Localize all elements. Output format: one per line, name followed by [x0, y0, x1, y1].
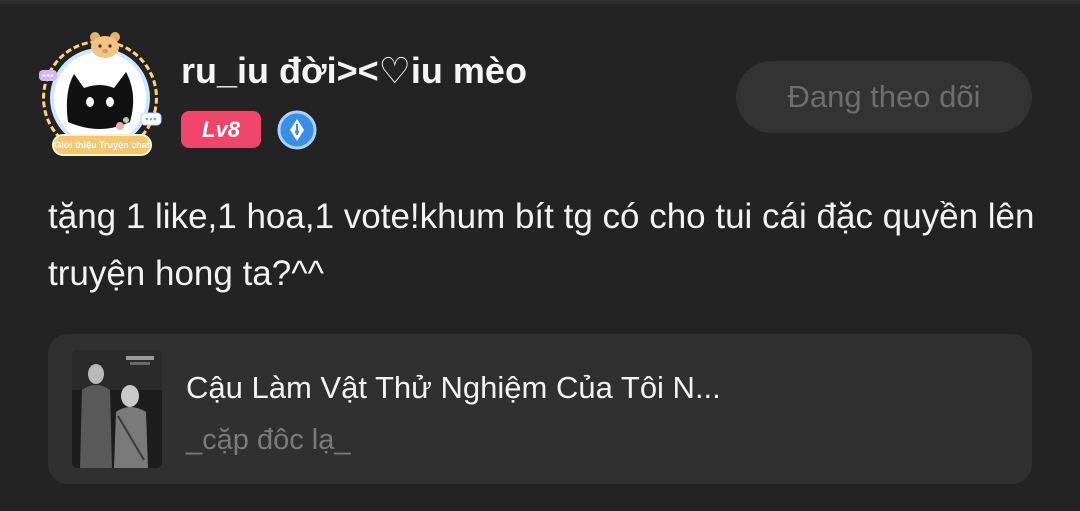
level-badge: Lv8	[181, 111, 261, 148]
story-title: Cậu Làm Vật Thử Nghiệm Của Tôi N...	[186, 370, 721, 405]
story-cover-image	[72, 350, 162, 468]
chat-bubble-icon	[39, 70, 57, 81]
black-cat-icon	[54, 52, 146, 144]
pen-nib-badge-icon	[277, 110, 317, 150]
story-author: _cặp đôc lạ_	[186, 424, 351, 456]
cover-art-icon	[72, 350, 162, 468]
username[interactable]: ru_iu đời><♡iu mèo	[181, 50, 527, 92]
top-edge-divider	[0, 0, 1080, 4]
avatar-frame-label: Giới thiệu Truyện chat	[52, 134, 152, 156]
following-button[interactable]: Đang theo dõi	[736, 61, 1032, 133]
comment-text: tặng 1 like,1 hoa,1 vote!khum bít tg có …	[48, 197, 1035, 293]
avatar-image	[50, 48, 150, 148]
avatar[interactable]: Giới thiệu Truyện chat	[38, 30, 168, 160]
story-card[interactable]: Cậu Làm Vật Thử Nghiệm Của Tôi N... _cặp…	[48, 334, 1032, 484]
chat-bubble-icon	[140, 112, 162, 126]
bear-ornament-icon	[90, 32, 120, 58]
